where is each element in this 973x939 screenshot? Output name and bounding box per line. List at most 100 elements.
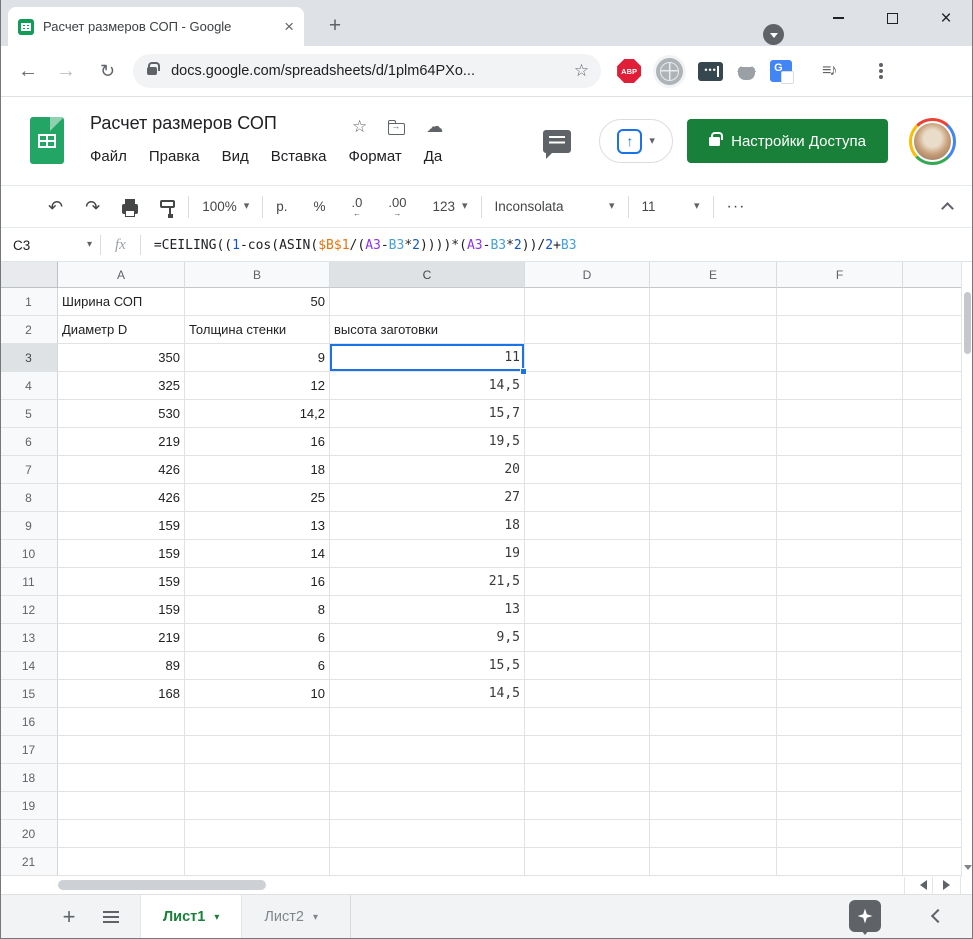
cell-E18[interactable] — [650, 764, 777, 792]
cell-F3[interactable] — [777, 344, 903, 372]
cell-C20[interactable] — [330, 820, 525, 848]
cell-A12[interactable]: 159 — [58, 596, 185, 624]
column-header-E[interactable]: E — [650, 262, 777, 288]
scroll-left-arrow-icon[interactable] — [915, 880, 927, 890]
cell-E1[interactable] — [650, 288, 777, 316]
cell-B2[interactable]: Толщина стенки — [185, 316, 330, 344]
cell-D6[interactable] — [525, 428, 650, 456]
column-header-B[interactable]: B — [185, 262, 330, 288]
vertical-scroll-thumb[interactable] — [964, 292, 971, 354]
profile-avatar-icon[interactable] — [850, 58, 876, 84]
cell-G18[interactable] — [903, 764, 961, 792]
select-all-corner[interactable] — [0, 262, 58, 288]
cell-C19[interactable] — [330, 792, 525, 820]
cell-E8[interactable] — [650, 484, 777, 512]
sheet-tab-Лист2[interactable]: Лист2 ▾ — [242, 895, 340, 939]
cell-D13[interactable] — [525, 624, 650, 652]
row-header-13[interactable]: 13 — [0, 624, 58, 652]
cell-B1[interactable]: 50 — [185, 288, 330, 316]
cell-A21[interactable] — [58, 848, 185, 876]
cell-C7[interactable]: 20 — [330, 456, 525, 484]
cell-A15[interactable]: 168 — [58, 680, 185, 708]
cell-B20[interactable] — [185, 820, 330, 848]
cell-E21[interactable] — [650, 848, 777, 876]
cell-D21[interactable] — [525, 848, 650, 876]
cell-D2[interactable] — [525, 316, 650, 344]
cell-C15[interactable]: 14,5 — [330, 680, 525, 708]
cell-C14[interactable]: 15,5 — [330, 652, 525, 680]
fill-handle[interactable] — [520, 368, 527, 375]
row-header-8[interactable]: 8 — [0, 484, 58, 512]
cell-D7[interactable] — [525, 456, 650, 484]
horizontal-scroll-thumb[interactable] — [58, 880, 266, 890]
cell-C21[interactable] — [330, 848, 525, 876]
cell-E19[interactable] — [650, 792, 777, 820]
cell-F11[interactable] — [777, 568, 903, 596]
cell-F12[interactable] — [777, 596, 903, 624]
share-button[interactable]: Настройки Доступа — [687, 119, 888, 163]
vertical-scrollbar[interactable] — [961, 262, 973, 877]
cell-F16[interactable] — [777, 708, 903, 736]
cell-E13[interactable] — [650, 624, 777, 652]
cell-G1[interactable] — [903, 288, 961, 316]
cell-C8[interactable]: 27 — [330, 484, 525, 512]
cell-D19[interactable] — [525, 792, 650, 820]
cell-C2[interactable]: высота заготовки — [330, 316, 525, 344]
cell-D4[interactable] — [525, 372, 650, 400]
cell-B16[interactable] — [185, 708, 330, 736]
cell-E3[interactable] — [650, 344, 777, 372]
row-header-18[interactable]: 18 — [0, 764, 58, 792]
row-header-4[interactable]: 4 — [0, 372, 58, 400]
row-header-17[interactable]: 17 — [0, 736, 58, 764]
cell-B9[interactable]: 13 — [185, 512, 330, 540]
cell-A6[interactable]: 219 — [58, 428, 185, 456]
cell-C12[interactable]: 13 — [330, 596, 525, 624]
cell-C13[interactable]: 9,5 — [330, 624, 525, 652]
cell-D14[interactable] — [525, 652, 650, 680]
cell-F7[interactable] — [777, 456, 903, 484]
cell-C1[interactable] — [330, 288, 525, 316]
zoom-select[interactable]: 100% ▾ — [202, 199, 249, 214]
globe-icon[interactable] — [656, 57, 684, 85]
cell-G21[interactable] — [903, 848, 961, 876]
name-box[interactable]: C3 ▾ — [0, 238, 100, 253]
cell-B19[interactable] — [185, 792, 330, 820]
cell-C11[interactable]: 21,5 — [330, 568, 525, 596]
row-header-5[interactable]: 5 — [0, 400, 58, 428]
cell-F5[interactable] — [777, 400, 903, 428]
scroll-right-arrow-icon[interactable] — [943, 880, 955, 890]
star-document-icon[interactable]: ☆ — [352, 117, 367, 137]
password-vault-icon[interactable]: ••• — [698, 61, 724, 81]
cell-C9[interactable]: 18 — [330, 512, 525, 540]
cell-G3[interactable] — [903, 344, 961, 372]
adblock-plus-icon[interactable]: ABP — [617, 59, 642, 83]
collapse-menus-icon[interactable] — [941, 202, 954, 215]
cell-F4[interactable] — [777, 372, 903, 400]
cell-F19[interactable] — [777, 792, 903, 820]
cell-E12[interactable] — [650, 596, 777, 624]
cell-D12[interactable] — [525, 596, 650, 624]
cell-G2[interactable] — [903, 316, 961, 344]
cell-E20[interactable] — [650, 820, 777, 848]
cell-G16[interactable] — [903, 708, 961, 736]
cell-G9[interactable] — [903, 512, 961, 540]
cell-A9[interactable]: 159 — [58, 512, 185, 540]
column-header-A[interactable]: A — [58, 262, 185, 288]
google-translate-icon[interactable]: G — [770, 60, 795, 84]
cell-G4[interactable] — [903, 372, 961, 400]
cell-E17[interactable] — [650, 736, 777, 764]
menu-Вставка[interactable]: Вставка — [260, 146, 338, 167]
cell-B14[interactable]: 6 — [185, 652, 330, 680]
cell-G8[interactable] — [903, 484, 961, 512]
more-toolbar-button[interactable]: ··· — [727, 198, 746, 216]
cell-A19[interactable] — [58, 792, 185, 820]
bookmark-star-icon[interactable]: ☆ — [574, 61, 589, 81]
cell-C18[interactable] — [330, 764, 525, 792]
cell-B11[interactable]: 16 — [185, 568, 330, 596]
menu-Файл[interactable]: Файл — [79, 146, 138, 167]
decrease-decimals-button[interactable]: .0 ← — [352, 196, 363, 218]
cell-A11[interactable]: 159 — [58, 568, 185, 596]
row-header-21[interactable]: 21 — [0, 848, 58, 876]
column-header-C[interactable]: C — [330, 262, 525, 288]
cloud-status-icon[interactable]: ☁ — [426, 117, 443, 137]
